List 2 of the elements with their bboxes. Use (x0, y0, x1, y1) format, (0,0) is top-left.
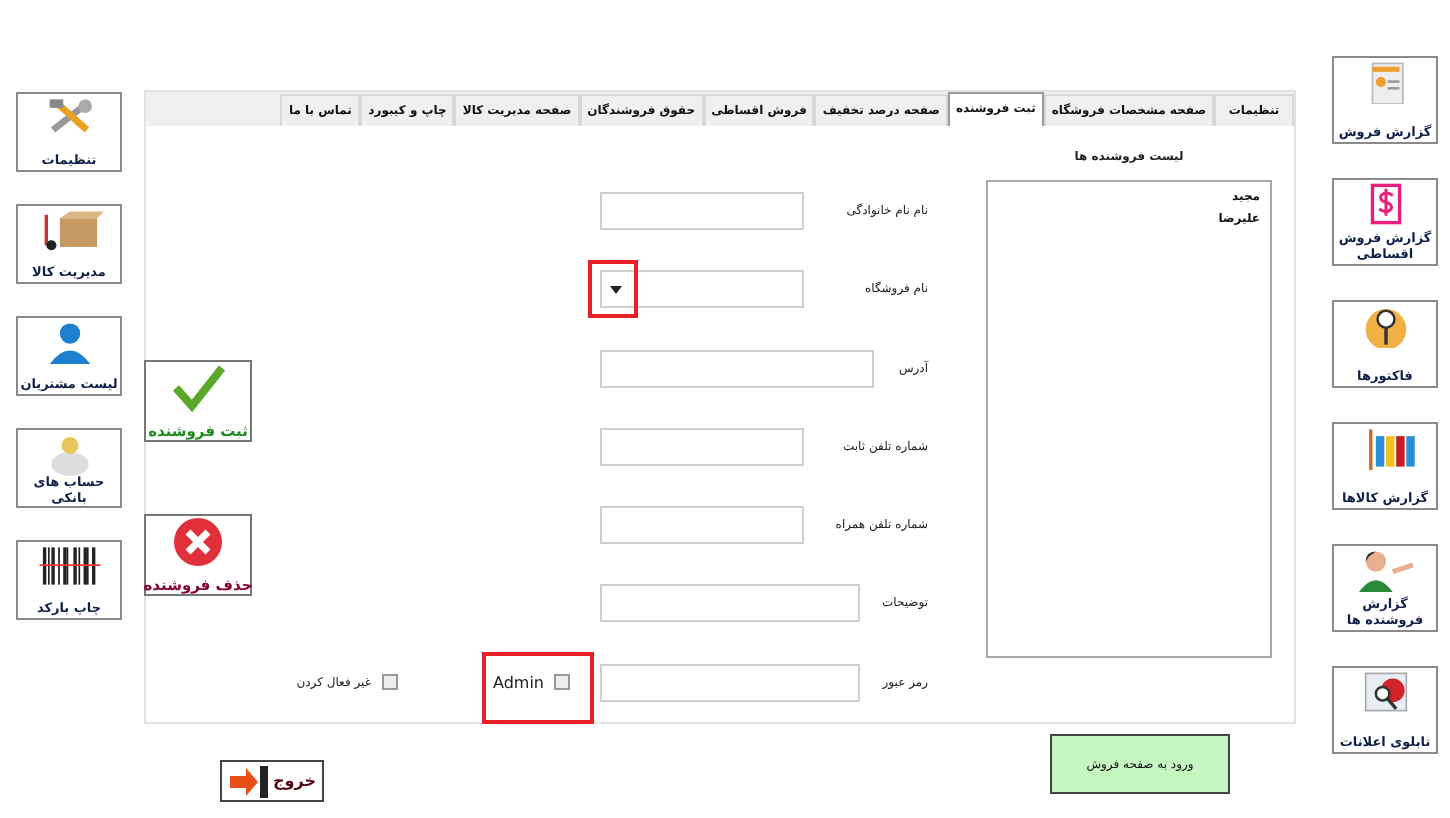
checkbox-label: Admin (493, 673, 544, 692)
exit-button[interactable]: خروج (220, 760, 324, 802)
